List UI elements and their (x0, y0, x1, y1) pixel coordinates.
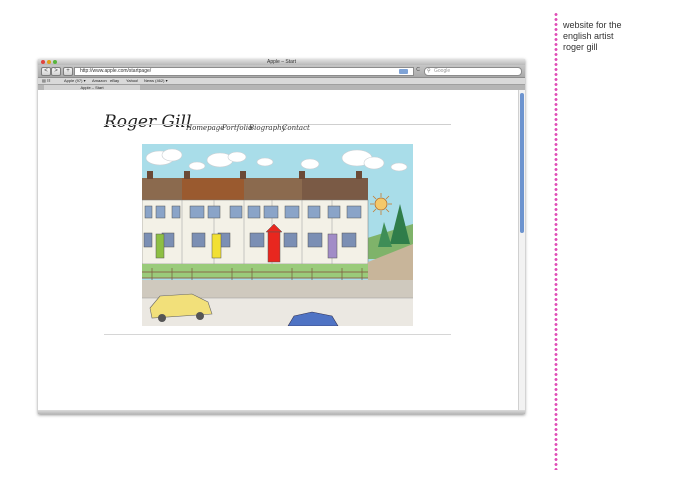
add-bookmark-button[interactable]: + (63, 67, 73, 76)
rss-icon[interactable] (399, 69, 408, 74)
site-logo[interactable]: Roger Gill (104, 112, 191, 132)
page-content: Roger Gill Homepage Portfolio Biography … (38, 90, 519, 410)
pink-star-border (552, 12, 560, 470)
search-input[interactable]: ⚲ Google (424, 67, 522, 76)
sun-icon (370, 193, 392, 215)
bookmark-item[interactable]: Amazon (92, 78, 107, 84)
nav-homepage[interactable]: Homepage (186, 124, 224, 132)
back-button[interactable]: < (41, 67, 51, 76)
address-text: http://www.apple.com/startpage/ (80, 68, 152, 74)
bookmark-item[interactable]: Apple (97) ▾ (64, 78, 86, 84)
terraced-houses-artwork (142, 144, 413, 326)
browser-window: Apple – Start < > + http://www.apple.com… (38, 59, 525, 414)
address-bar[interactable]: http://www.apple.com/startpage/ (74, 67, 414, 76)
search-icon: ⚲ (427, 68, 431, 74)
toolbar: < > + http://www.apple.com/startpage/ C … (38, 65, 525, 78)
forward-button[interactable]: > (51, 67, 61, 76)
nav-biography[interactable]: Biography (249, 124, 286, 132)
bookmark-item[interactable]: News (462) ▾ (144, 78, 168, 84)
caption-line-1: website for the (563, 20, 622, 30)
nav-portfolio[interactable]: Portfolio (222, 124, 252, 132)
reload-button[interactable]: C (415, 67, 421, 74)
window-bottom-bar (38, 410, 525, 414)
caption-line-2: english artist (563, 31, 614, 41)
bookmark-item[interactable]: Yahoo! (126, 78, 138, 84)
nav-contact[interactable]: Contact (282, 124, 310, 132)
footer-divider (104, 334, 451, 335)
bookmarks-icon[interactable]: ▤ ☷ (42, 78, 50, 84)
bookmark-item[interactable]: eBay (110, 78, 119, 84)
bookmarks-bar: ▤ ☷ Apple (97) ▾ Amazon eBay Yahoo! News… (38, 78, 525, 85)
search-placeholder: Google (434, 68, 451, 74)
scrollbar-thumb[interactable] (520, 93, 524, 233)
project-caption: website for the english artist roger gil… (563, 20, 622, 53)
vertical-scrollbar[interactable] (518, 90, 525, 410)
caption-line-3: roger gill (563, 42, 598, 52)
